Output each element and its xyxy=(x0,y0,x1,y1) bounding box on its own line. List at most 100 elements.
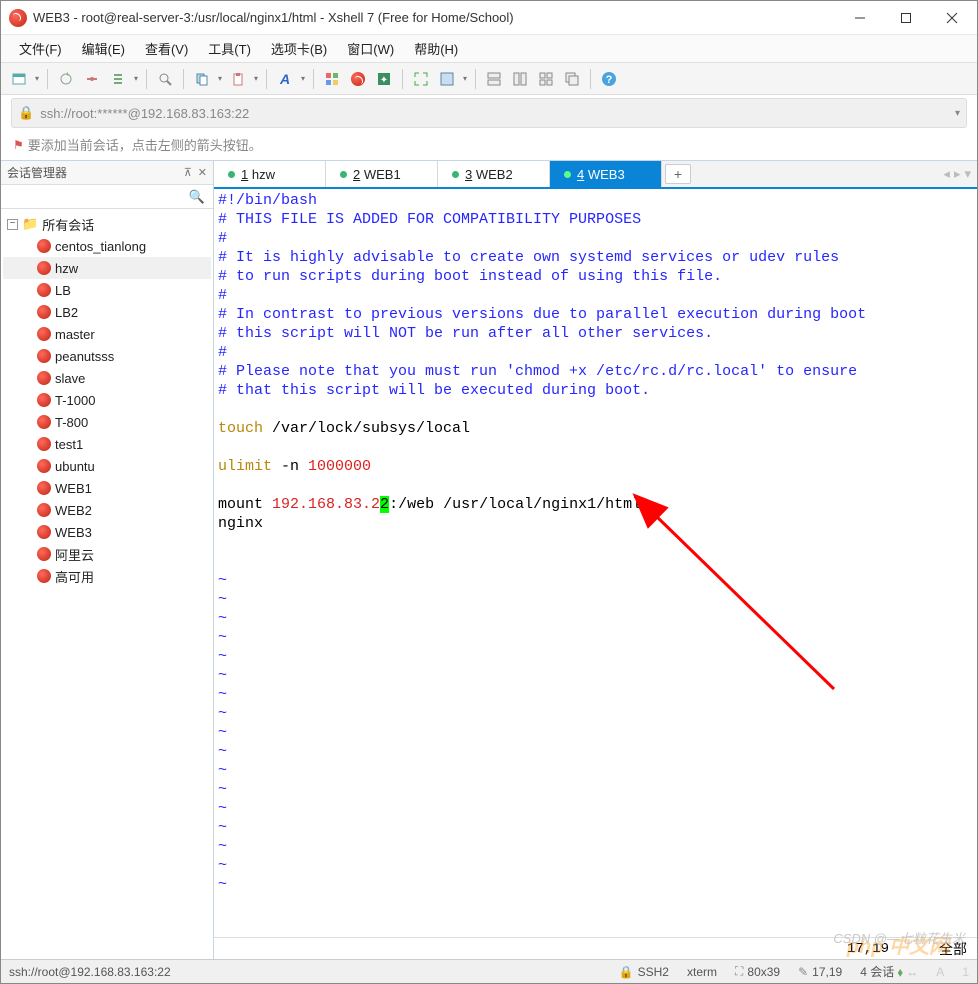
tab-menu[interactable]: ▾ xyxy=(964,166,971,182)
session-icon xyxy=(37,525,51,539)
session-item-ubuntu[interactable]: ubuntu xyxy=(3,455,211,477)
session-icon xyxy=(37,261,51,275)
menu-file[interactable]: 文件(F) xyxy=(11,37,70,60)
status-bar: ssh://root@192.168.83.163:22 🔒SSH2 xterm… xyxy=(1,959,977,983)
session-item-LB2[interactable]: LB2 xyxy=(3,301,211,323)
transfer-dropdown[interactable]: ▾ xyxy=(132,74,140,83)
session-item-T-1000[interactable]: T-1000 xyxy=(3,389,211,411)
pane-close-button[interactable]: ✕ xyxy=(198,166,207,179)
session-item-master[interactable]: master xyxy=(3,323,211,345)
xftp-button[interactable]: ✦ xyxy=(372,67,396,91)
maximize-button[interactable] xyxy=(883,3,929,33)
session-label: hzw xyxy=(55,261,78,276)
terminal-status: 17,19 全部 xyxy=(214,937,977,959)
session-item-slave[interactable]: slave xyxy=(3,367,211,389)
collapse-icon[interactable]: − xyxy=(7,219,18,230)
tab-WEB3[interactable]: 4 WEB3 xyxy=(550,161,662,187)
menu-window[interactable]: 窗口(W) xyxy=(339,37,402,60)
font-button[interactable]: A xyxy=(273,67,297,91)
cascade-button[interactable] xyxy=(560,67,584,91)
session-icon xyxy=(37,437,51,451)
session-icon xyxy=(37,239,51,253)
session-item-阿里云[interactable]: 阿里云 xyxy=(3,543,211,565)
status-term: xterm xyxy=(687,965,717,979)
search-icon: 🔍 xyxy=(189,189,205,205)
copy-dropdown[interactable]: ▾ xyxy=(216,74,224,83)
session-label: ubuntu xyxy=(55,459,95,474)
session-item-LB[interactable]: LB xyxy=(3,279,211,301)
menu-edit[interactable]: 编辑(E) xyxy=(74,37,133,60)
font-dropdown[interactable]: ▾ xyxy=(299,74,307,83)
copy-button[interactable] xyxy=(190,67,214,91)
minimize-button[interactable] xyxy=(837,3,883,33)
pane-header: 会话管理器 ⊼ ✕ xyxy=(1,161,213,185)
menu-tools[interactable]: 工具(T) xyxy=(200,37,259,60)
terminal[interactable]: #!/bin/bash # THIS FILE IS ADDED FOR COM… xyxy=(214,189,977,937)
session-item-centos_tianlong[interactable]: centos_tianlong xyxy=(3,235,211,257)
pane-title: 会话管理器 xyxy=(7,164,178,181)
tree-root[interactable]: − 📁 所有会话 xyxy=(3,213,211,235)
terminal-content: #!/bin/bash # THIS FILE IS ADDED FOR COM… xyxy=(218,191,973,894)
session-icon xyxy=(37,327,51,341)
reconnect-button[interactable] xyxy=(54,67,78,91)
status-dot xyxy=(340,171,347,178)
search-button[interactable] xyxy=(153,67,177,91)
separator xyxy=(266,69,267,89)
address-dropdown[interactable]: ▾ xyxy=(955,108,960,119)
session-item-hzw[interactable]: hzw xyxy=(3,257,211,279)
tab-label: 3 WEB2 xyxy=(465,167,513,182)
paste-dropdown[interactable]: ▾ xyxy=(252,74,260,83)
new-session-dropdown[interactable]: ▾ xyxy=(33,74,41,83)
disconnect-button[interactable] xyxy=(80,67,104,91)
session-item-WEB2[interactable]: WEB2 xyxy=(3,499,211,521)
paste-button[interactable] xyxy=(226,67,250,91)
transparency-button[interactable] xyxy=(435,67,459,91)
separator xyxy=(313,69,314,89)
session-item-peanutsss[interactable]: peanutsss xyxy=(3,345,211,367)
close-button[interactable] xyxy=(929,3,975,33)
menu-view[interactable]: 查看(V) xyxy=(137,37,196,60)
fullscreen-button[interactable] xyxy=(409,67,433,91)
transparency-dropdown[interactable]: ▾ xyxy=(461,74,469,83)
tile-h-button[interactable] xyxy=(482,67,506,91)
session-search[interactable]: 🔍 xyxy=(1,185,213,209)
tab-WEB2[interactable]: 3 WEB2 xyxy=(438,161,550,187)
session-icon xyxy=(37,569,51,583)
add-tab-button[interactable]: + xyxy=(665,164,691,184)
tab-label: 2 WEB1 xyxy=(353,167,401,182)
session-item-T-800[interactable]: T-800 xyxy=(3,411,211,433)
session-label: 高可用 xyxy=(55,567,94,586)
hint-text: 要添加当前会话，点击左侧的箭头按钮。 xyxy=(28,135,262,154)
session-tree[interactable]: − 📁 所有会话 centos_tianlonghzw LBLB2masterpe… xyxy=(1,209,213,959)
xagent-button[interactable] xyxy=(346,67,370,91)
svg-text:✦: ✦ xyxy=(380,75,388,86)
status-cap: A xyxy=(936,965,944,979)
help-button[interactable]: ? xyxy=(597,67,621,91)
menu-help[interactable]: 帮助(H) xyxy=(406,37,466,60)
session-item-高可用[interactable]: 高可用 xyxy=(3,565,211,587)
session-icon xyxy=(37,481,51,495)
tab-prev[interactable]: ◂ xyxy=(943,166,950,182)
menu-tab[interactable]: 选项卡(B) xyxy=(263,37,335,60)
tab-label: 1 hzw xyxy=(241,167,275,182)
session-label: 阿里云 xyxy=(55,545,94,564)
status-cursor: ✎17,19 xyxy=(798,965,842,979)
session-item-WEB1[interactable]: WEB1 xyxy=(3,477,211,499)
session-icon xyxy=(37,393,51,407)
tab-next[interactable]: ▸ xyxy=(954,166,961,182)
tab-hzw[interactable]: 1 hzw xyxy=(214,161,326,187)
session-icon xyxy=(37,547,51,561)
session-icon xyxy=(37,459,51,473)
tab-WEB1[interactable]: 2 WEB1 xyxy=(326,161,438,187)
session-label: WEB1 xyxy=(55,481,92,496)
new-session-button[interactable] xyxy=(7,67,31,91)
color-button[interactable] xyxy=(320,67,344,91)
session-item-WEB3[interactable]: WEB3 xyxy=(3,521,211,543)
session-label: WEB3 xyxy=(55,525,92,540)
pin-button[interactable]: ⊼ xyxy=(184,166,192,179)
address-bar[interactable]: 🔒 ssh://root:******@192.168.83.163:22 ▾ xyxy=(11,98,967,128)
transfer-button[interactable] xyxy=(106,67,130,91)
tile-grid-button[interactable] xyxy=(534,67,558,91)
tile-v-button[interactable] xyxy=(508,67,532,91)
session-item-test1[interactable]: test1 xyxy=(3,433,211,455)
